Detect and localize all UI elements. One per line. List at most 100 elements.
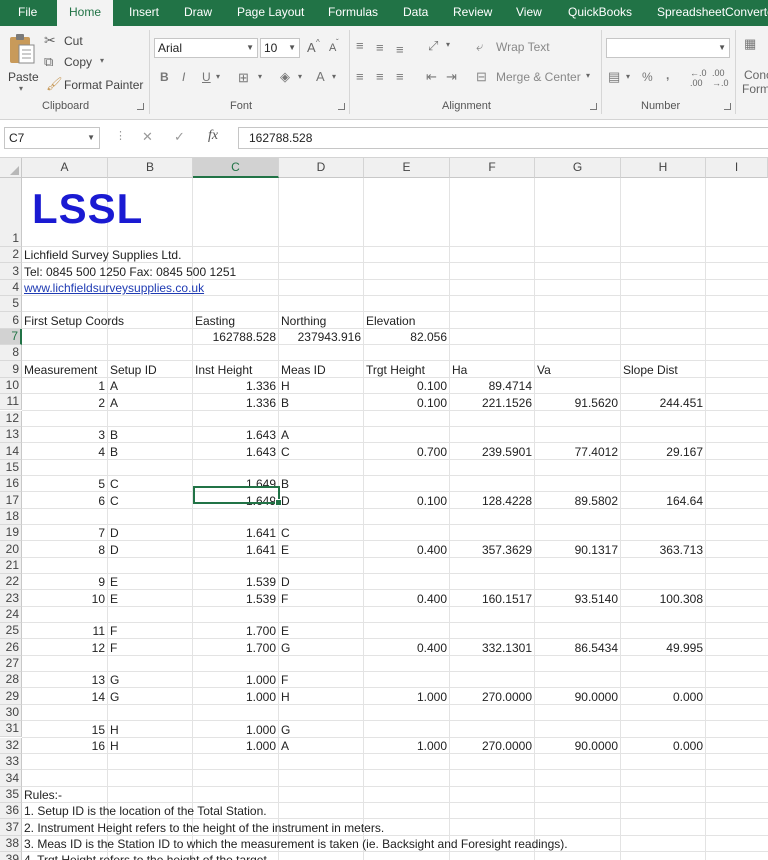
tab-formulas[interactable]: Formulas: [328, 0, 378, 26]
row-header-19[interactable]: 19: [0, 524, 22, 542]
row-header-38[interactable]: 38: [0, 835, 22, 852]
row-header-28[interactable]: 28: [0, 672, 22, 689]
tab-draw[interactable]: Draw: [184, 0, 212, 26]
alignment-launcher-icon[interactable]: [590, 103, 597, 110]
column-header-f[interactable]: F: [450, 158, 535, 178]
row-header-13[interactable]: 13: [0, 426, 22, 444]
worksheet-grid[interactable]: ABCDEFGHI 1 2 3 4 5 6 7 8 9 10 11 12 13 14 15 16 17 18 19 2…: [0, 158, 768, 860]
row-header-8[interactable]: 8: [0, 345, 22, 362]
font-name-select[interactable]: Arial ▼: [154, 38, 258, 58]
column-header-h[interactable]: H: [621, 158, 706, 178]
active-cell-selection[interactable]: [193, 486, 282, 506]
row-header-32[interactable]: 32: [0, 737, 22, 754]
tab-quickbooks[interactable]: QuickBooks: [568, 0, 632, 26]
orientation-dropdown-icon[interactable]: ▾: [446, 40, 450, 49]
cancel-icon[interactable]: ✕: [142, 129, 153, 145]
select-all-button[interactable]: [0, 158, 22, 178]
column-header-b[interactable]: B: [108, 158, 193, 178]
column-header-g[interactable]: G: [535, 158, 621, 178]
row-header-22[interactable]: 22: [0, 574, 22, 591]
row-header-7[interactable]: 7: [0, 328, 22, 346]
tab-spreadsheetconverter[interactable]: SpreadsheetConverter: [657, 0, 768, 26]
percent-style-button[interactable]: %: [642, 70, 653, 84]
font-launcher-icon[interactable]: [338, 103, 345, 110]
align-middle-icon[interactable]: ≡: [376, 40, 384, 56]
column-header-c[interactable]: C: [193, 158, 279, 178]
tab-data[interactable]: Data: [403, 0, 428, 26]
align-center-icon[interactable]: ≡: [376, 69, 384, 85]
align-right-icon[interactable]: ≡: [396, 69, 404, 85]
row-header-11[interactable]: 11: [0, 394, 22, 411]
insert-function-button[interactable]: fx: [208, 128, 218, 144]
name-box[interactable]: C7 ▼: [4, 127, 100, 149]
column-header-e[interactable]: E: [364, 158, 450, 178]
conditional-formatting-icon[interactable]: ▦: [744, 36, 756, 52]
row-header-18[interactable]: 18: [0, 508, 22, 525]
italic-button[interactable]: I: [182, 70, 185, 84]
row-header-4[interactable]: 4: [0, 279, 22, 297]
row-header-37[interactable]: 37: [0, 819, 22, 836]
row-header-20[interactable]: 20: [0, 541, 22, 558]
number-launcher-icon[interactable]: [724, 103, 731, 110]
borders-dropdown-icon[interactable]: ▾: [258, 72, 262, 81]
row-header-16[interactable]: 16: [0, 475, 22, 493]
decrease-decimal-icon[interactable]: .00 →.0: [712, 68, 729, 88]
paste-button[interactable]: Paste ▾: [4, 30, 40, 94]
row-header-24[interactable]: 24: [0, 606, 22, 624]
font-size-select[interactable]: 10 ▼: [260, 38, 300, 58]
borders-icon[interactable]: ⊞: [238, 70, 249, 86]
orientation-icon[interactable]: ⤢: [428, 38, 438, 54]
row-header-25[interactable]: 25: [0, 623, 22, 640]
tab-page-layout[interactable]: Page Layout: [237, 0, 304, 26]
number-format-select[interactable]: ▼: [606, 38, 730, 58]
formula-input[interactable]: 162788.528: [238, 127, 768, 149]
row-header-6[interactable]: 6: [0, 312, 22, 329]
row-header-23[interactable]: 23: [0, 590, 22, 607]
row-header-2[interactable]: 2: [0, 247, 22, 264]
merge-dropdown-icon[interactable]: ▾: [586, 71, 590, 80]
row-header-34[interactable]: 34: [0, 770, 22, 787]
row-header-39[interactable]: 39: [0, 851, 22, 860]
align-left-icon[interactable]: ≡: [356, 69, 364, 85]
column-header-i[interactable]: I: [706, 158, 768, 178]
row-header-15[interactable]: 15: [0, 459, 22, 476]
comma-style-button[interactable]: ,: [666, 68, 669, 82]
tab-file[interactable]: File: [18, 0, 37, 26]
accounting-dropdown-icon[interactable]: ▾: [626, 72, 630, 81]
row-header-36[interactable]: 36: [0, 802, 22, 820]
row-header-30[interactable]: 30: [0, 704, 22, 722]
font-color-dropdown-icon[interactable]: ▾: [332, 72, 336, 81]
fill-color-icon[interactable]: ◈: [280, 69, 290, 85]
grow-font-icon[interactable]: A: [307, 40, 316, 55]
conditional-formatting-label-1[interactable]: Conc: [744, 68, 768, 82]
row-header-17[interactable]: 17: [0, 492, 22, 509]
row-header-26[interactable]: 26: [0, 639, 22, 656]
tab-insert[interactable]: Insert: [129, 0, 159, 26]
fill-dropdown-icon[interactable]: ▾: [298, 72, 302, 81]
row-header-35[interactable]: 35: [0, 786, 22, 803]
row-header-31[interactable]: 31: [0, 721, 22, 738]
tab-view[interactable]: View: [516, 0, 542, 26]
row-header-29[interactable]: 29: [0, 688, 22, 705]
decrease-indent-icon[interactable]: ⇤: [426, 69, 437, 85]
enter-check-icon[interactable]: ✓: [174, 129, 185, 145]
row-header-5[interactable]: 5: [0, 296, 22, 313]
clipboard-launcher-icon[interactable]: [137, 103, 144, 110]
row-header-12[interactable]: 12: [0, 410, 22, 427]
column-header-d[interactable]: D: [279, 158, 364, 178]
tab-review[interactable]: Review: [453, 0, 492, 26]
bold-button[interactable]: B: [160, 70, 169, 84]
accounting-format-icon[interactable]: ▤: [608, 69, 620, 85]
row-header-21[interactable]: 21: [0, 557, 22, 574]
row-header-14[interactable]: 14: [0, 443, 22, 460]
row-header-10[interactable]: 10: [0, 377, 22, 395]
wrap-text-button[interactable]: ⤶ Wrap Text: [476, 38, 576, 56]
align-top-icon[interactable]: ≡: [356, 38, 364, 54]
row-header-1[interactable]: 1: [0, 178, 22, 247]
copy-button[interactable]: ⧉ Copy ▾: [44, 54, 114, 72]
tab-home[interactable]: Home: [57, 0, 114, 26]
column-header-a[interactable]: A: [22, 158, 108, 178]
conditional-formatting-label-2[interactable]: Form: [742, 82, 768, 96]
underline-dropdown-icon[interactable]: ▾: [216, 72, 220, 81]
row-header-33[interactable]: 33: [0, 753, 22, 771]
